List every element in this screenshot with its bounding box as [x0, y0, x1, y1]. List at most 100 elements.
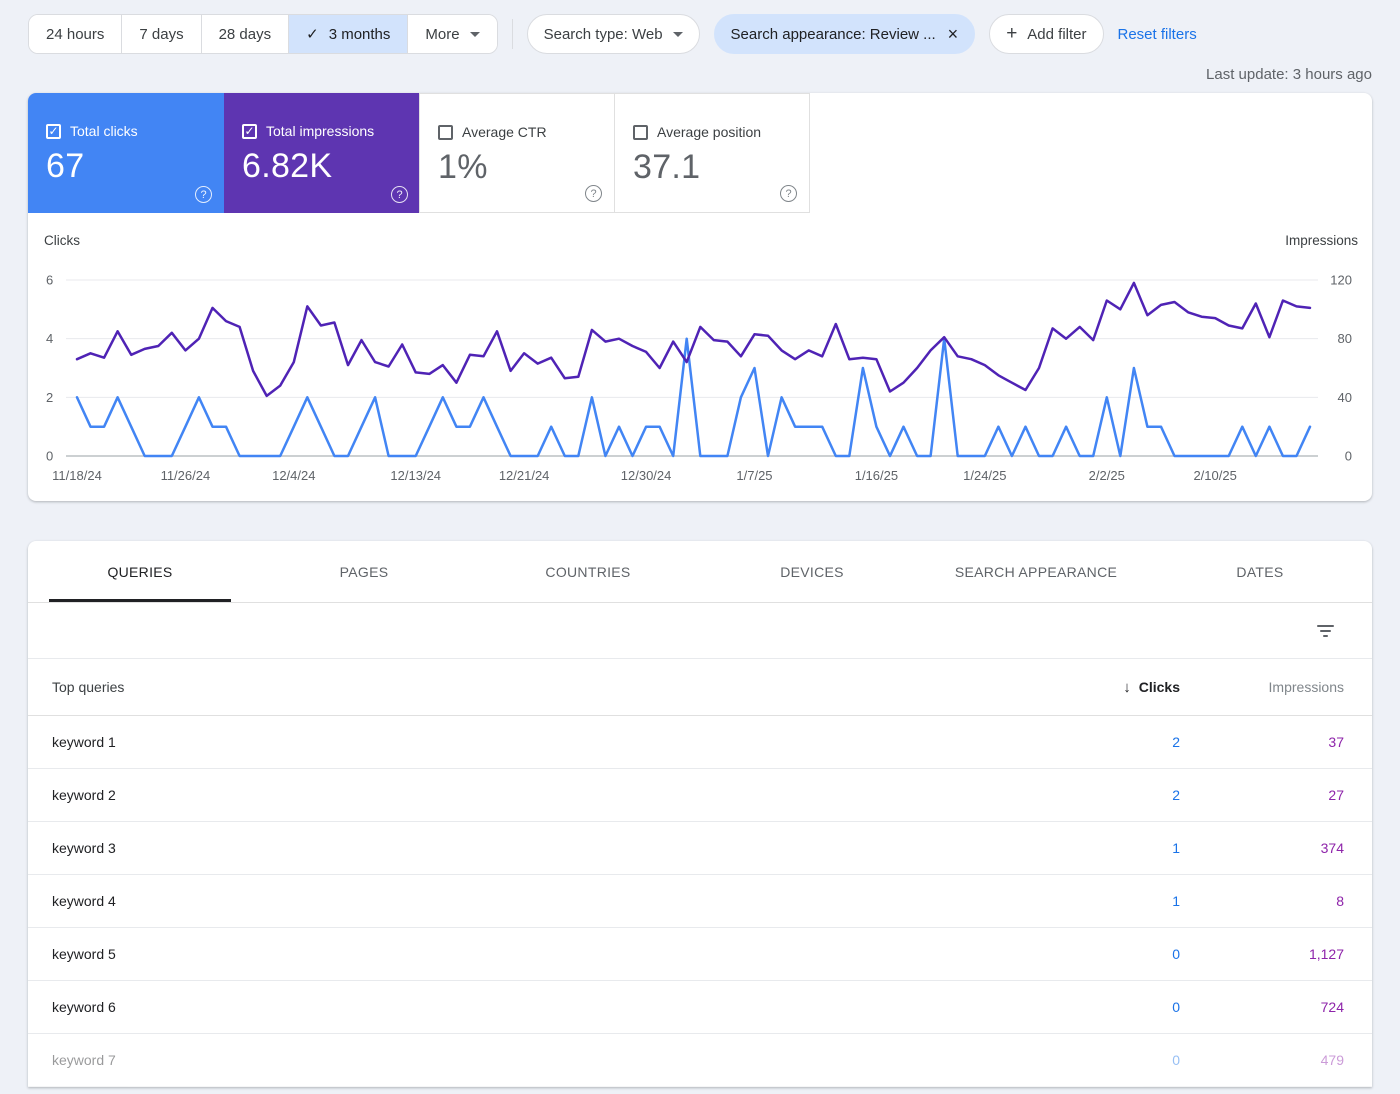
query-cell: keyword 5: [28, 946, 1020, 962]
tab-countries[interactable]: COUNTRIES: [476, 541, 700, 602]
help-icon[interactable]: ?: [391, 186, 408, 203]
range-label: 28 days: [219, 26, 272, 43]
metric-tiles: ✓ Total clicks 67 ? ✓ Total impressions …: [28, 93, 1372, 213]
checkbox-checked-icon[interactable]: ✓: [242, 124, 257, 139]
impressions-cell: 724: [1180, 999, 1372, 1015]
clicks-impressions-line-chart: 02460408012011/18/2411/26/2412/4/2412/13…: [28, 250, 1372, 490]
reset-filters-link[interactable]: Reset filters: [1118, 26, 1197, 43]
performance-overview-card: ✓ Total clicks 67 ? ✓ Total impressions …: [28, 93, 1372, 501]
sort-descending-icon: ↓: [1123, 679, 1131, 696]
svg-text:120: 120: [1330, 273, 1352, 288]
table-row[interactable]: keyword 2 2 27: [28, 769, 1372, 822]
chevron-down-icon: [470, 32, 480, 37]
clicks-header-label: Clicks: [1139, 679, 1180, 695]
clicks-cell: 2: [1020, 734, 1180, 750]
dimensions-table-card: QUERIES PAGES COUNTRIES DEVICES SEARCH A…: [28, 541, 1372, 1087]
svg-text:11/18/24: 11/18/24: [52, 468, 102, 483]
more-label: More: [425, 26, 459, 43]
metric-label: Total impressions: [266, 123, 374, 139]
svg-text:80: 80: [1338, 331, 1352, 346]
clicks-cell: 0: [1020, 999, 1180, 1015]
table-row[interactable]: keyword 6 0 724: [28, 981, 1372, 1034]
svg-text:4: 4: [46, 331, 53, 346]
range-label: 3 months: [329, 26, 391, 43]
svg-text:1/16/25: 1/16/25: [855, 468, 898, 483]
checkbox-unchecked-icon[interactable]: [633, 125, 648, 140]
query-cell: keyword 3: [28, 840, 1020, 856]
help-icon[interactable]: ?: [195, 186, 212, 203]
help-icon[interactable]: ?: [780, 185, 797, 202]
impressions-cell: 374: [1180, 840, 1372, 856]
impressions-cell: 37: [1180, 734, 1372, 750]
impressions-cell: 479: [1180, 1052, 1372, 1068]
svg-text:12/30/24: 12/30/24: [621, 468, 672, 483]
average-position-tile[interactable]: Average position 37.1 ?: [614, 93, 810, 213]
right-axis-title: Impressions: [1285, 233, 1358, 248]
impressions-cell: 8: [1180, 893, 1372, 909]
average-ctr-tile[interactable]: Average CTR 1% ?: [419, 93, 615, 213]
add-filter-button[interactable]: + Add filter: [989, 14, 1103, 54]
clicks-cell: 1: [1020, 893, 1180, 909]
checkbox-checked-icon[interactable]: ✓: [46, 124, 61, 139]
svg-text:12/21/24: 12/21/24: [499, 468, 550, 483]
metric-value: 67: [46, 147, 206, 186]
svg-text:40: 40: [1338, 390, 1352, 405]
checkbox-unchecked-icon[interactable]: [438, 125, 453, 140]
range-3-months[interactable]: ✓ 3 months: [288, 15, 407, 53]
query-cell: keyword 4: [28, 893, 1020, 909]
table-row[interactable]: keyword 5 0 1,127: [28, 928, 1372, 981]
tab-queries[interactable]: QUERIES: [28, 541, 252, 602]
metric-value: 1%: [438, 148, 596, 187]
query-cell: keyword 1: [28, 734, 1020, 750]
filter-list-icon[interactable]: [1311, 619, 1340, 643]
table-row[interactable]: keyword 7 0 479: [28, 1034, 1372, 1087]
query-cell: keyword 6: [28, 999, 1020, 1015]
range-28-days[interactable]: 28 days: [201, 15, 289, 53]
table-row[interactable]: keyword 4 1 8: [28, 875, 1372, 928]
svg-text:2: 2: [46, 390, 53, 405]
top-queries-header: Top queries: [28, 679, 1020, 695]
metric-label: Average position: [657, 124, 761, 140]
search-appearance-label: Search appearance: Review ...: [731, 26, 936, 43]
close-icon[interactable]: ×: [948, 25, 959, 43]
total-impressions-tile[interactable]: ✓ Total impressions 6.82K ?: [224, 93, 420, 213]
range-label: 7 days: [139, 26, 183, 43]
metric-label: Total clicks: [70, 123, 138, 139]
divider: [512, 19, 513, 49]
tab-search-appearance[interactable]: SEARCH APPEARANCE: [924, 541, 1148, 602]
tab-pages[interactable]: PAGES: [252, 541, 476, 602]
svg-text:0: 0: [46, 449, 53, 464]
metric-value: 37.1: [633, 148, 791, 187]
date-range-selector: 24 hours 7 days 28 days ✓ 3 months More: [28, 14, 498, 54]
clicks-cell: 2: [1020, 787, 1180, 803]
search-appearance-chip[interactable]: Search appearance: Review ... ×: [714, 14, 976, 54]
impressions-cell: 27: [1180, 787, 1372, 803]
impressions-header[interactable]: Impressions: [1180, 679, 1372, 695]
range-more-button[interactable]: More: [407, 15, 496, 53]
table-row[interactable]: keyword 1 2 37: [28, 716, 1372, 769]
impressions-cell: 1,127: [1180, 946, 1372, 962]
query-cell: keyword 7: [28, 1052, 1020, 1068]
clicks-cell: 1: [1020, 840, 1180, 856]
tab-devices[interactable]: DEVICES: [700, 541, 924, 602]
range-24-hours[interactable]: 24 hours: [29, 15, 121, 53]
chevron-down-icon: [673, 32, 683, 37]
plus-icon: +: [1006, 23, 1017, 45]
search-type-chip[interactable]: Search type: Web: [527, 14, 700, 54]
svg-text:0: 0: [1345, 449, 1352, 464]
clicks-cell: 0: [1020, 1052, 1180, 1068]
help-icon[interactable]: ?: [585, 185, 602, 202]
total-clicks-tile[interactable]: ✓ Total clicks 67 ?: [28, 93, 224, 213]
checkmark-icon: ✓: [306, 25, 319, 43]
range-7-days[interactable]: 7 days: [121, 15, 200, 53]
query-cell: keyword 2: [28, 787, 1020, 803]
clicks-cell: 0: [1020, 946, 1180, 962]
metric-label: Average CTR: [462, 124, 547, 140]
svg-text:12/13/24: 12/13/24: [390, 468, 441, 483]
svg-text:6: 6: [46, 273, 53, 288]
table-row[interactable]: keyword 3 1 374: [28, 822, 1372, 875]
left-axis-title: Clicks: [44, 233, 80, 248]
clicks-sort-header[interactable]: ↓ Clicks: [1020, 679, 1180, 696]
tab-dates[interactable]: DATES: [1148, 541, 1372, 602]
metric-value: 6.82K: [242, 147, 402, 186]
